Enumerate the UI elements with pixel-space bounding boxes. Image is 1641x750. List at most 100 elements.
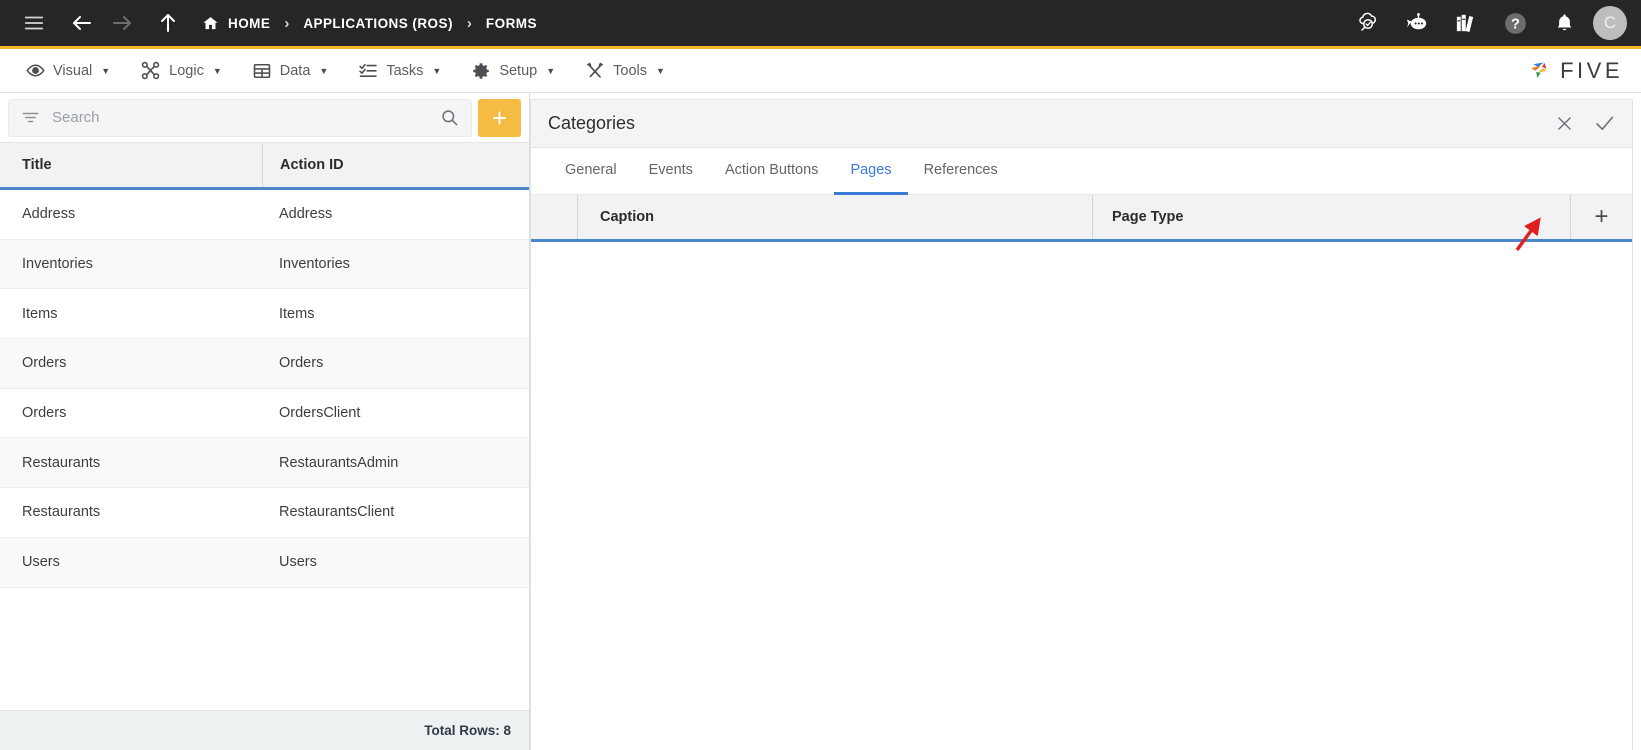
table-row[interactable]: Restaurants RestaurantsClient (0, 488, 529, 538)
main-menu-bar: Visual ▼ Logic ▼ Data ▼ Tasks ▼ Setup ▼ … (0, 49, 1641, 93)
table-row[interactable]: Restaurants RestaurantsAdmin (0, 438, 529, 489)
tab-events[interactable]: Events (633, 148, 709, 195)
search-box[interactable] (8, 98, 472, 137)
chevron-down-icon: ▼ (546, 65, 556, 76)
pages-table: Caption Page Type + (531, 195, 1632, 750)
cell-title: Orders (22, 405, 67, 422)
column-header-title[interactable]: Title (0, 143, 262, 187)
add-page-button[interactable]: + (1570, 195, 1632, 239)
records-table: Title Action ID Address Address Inventor… (0, 142, 529, 750)
top-navigation-bar: HOME › APPLICATIONS (ROS) › FORMS ? C (0, 0, 1641, 49)
breadcrumb-label-forms: FORMS (485, 15, 537, 31)
plus-icon: + (491, 102, 508, 133)
hamburger-icon[interactable] (14, 3, 54, 43)
application-window: HOME › APPLICATIONS (ROS) › FORMS ? C Vi… (0, 0, 1641, 750)
tools-wrench-icon (585, 61, 605, 81)
breadcrumb-separator-2: › (466, 14, 472, 32)
arrow-left-icon[interactable] (62, 3, 102, 43)
home-icon (202, 15, 219, 32)
left-list-panel: + Title Action ID Address Address Invent… (0, 93, 530, 750)
tab-action-buttons[interactable]: Action Buttons (709, 148, 835, 195)
breadcrumb: HOME › APPLICATIONS (ROS) › FORMS (202, 15, 537, 32)
five-pinwheel-logo-icon (1526, 57, 1553, 84)
help-icon[interactable]: ? (1495, 3, 1535, 43)
avatar-initial: C (1603, 13, 1617, 32)
table-row[interactable]: Address Address (0, 190, 529, 240)
table-grid-icon (252, 61, 272, 81)
chevron-down-icon: ▼ (319, 65, 329, 76)
pages-table-header: Caption Page Type + (531, 195, 1632, 242)
chatbot-icon[interactable] (1397, 3, 1437, 43)
search-row: + (0, 93, 529, 142)
content-area: + Title Action ID Address Address Invent… (0, 93, 1641, 750)
menu-item-visual[interactable]: Visual ▼ (12, 55, 124, 86)
filter-icon[interactable] (21, 108, 40, 127)
checklist-icon (358, 61, 378, 81)
pages-table-body (531, 242, 1632, 750)
detail-header: Categories (531, 100, 1632, 148)
cell-title: Orders (22, 355, 67, 372)
column-header-caption[interactable]: Caption (577, 195, 1092, 239)
avatar[interactable]: C (1593, 6, 1627, 40)
table-row[interactable]: Items Items (0, 289, 529, 340)
breadcrumb-item-applications[interactable]: APPLICATIONS (ROS) (303, 16, 453, 31)
page-title: Categories (548, 113, 636, 133)
breadcrumb-label-applications: APPLICATIONS (ROS) (303, 15, 453, 31)
menu-item-setup[interactable]: Setup ▼ (457, 55, 569, 87)
close-icon[interactable] (1555, 114, 1574, 133)
detail-header-actions (1555, 113, 1615, 134)
breadcrumb-item-home[interactable]: HOME (202, 15, 270, 32)
cell-action-id: Address (279, 206, 333, 223)
cell-action-id: RestaurantsAdmin (279, 454, 399, 471)
tab-references[interactable]: References (908, 148, 1014, 195)
tab-pages[interactable]: Pages (834, 148, 908, 195)
chevron-down-icon: ▼ (432, 65, 442, 76)
brand-name: FIVE (1560, 57, 1623, 83)
menu-item-data[interactable]: Data ▼ (238, 55, 343, 87)
menu-label-visual: Visual (53, 62, 93, 79)
menu-item-tasks[interactable]: Tasks ▼ (344, 55, 455, 87)
menu-label-tasks: Tasks (386, 62, 424, 79)
search-input[interactable] (52, 109, 428, 126)
chevron-down-icon: ▼ (656, 65, 665, 76)
table-row[interactable]: Inventories Inventories (0, 239, 529, 290)
add-record-button[interactable]: + (478, 98, 521, 137)
column-header-page-type[interactable]: Page Type (1092, 195, 1570, 239)
arrow-up-icon[interactable] (148, 3, 188, 43)
menu-label-tools: Tools (613, 62, 647, 79)
cell-action-id: Orders (279, 355, 324, 372)
detail-tabs: General Events Action Buttons Pages Refe… (531, 148, 1632, 195)
tab-general[interactable]: General (549, 148, 633, 195)
table-row[interactable]: Orders OrdersClient (0, 389, 529, 439)
chevron-down-icon: ▼ (101, 65, 111, 76)
brand-logo: FIVE (1526, 57, 1629, 84)
check-icon[interactable] (1594, 113, 1615, 134)
breadcrumb-item-forms[interactable]: FORMS (486, 16, 537, 31)
search-icon[interactable] (440, 108, 459, 127)
menu-item-tools[interactable]: Tools ▼ (571, 55, 679, 87)
arrow-right-icon[interactable] (102, 3, 142, 43)
cell-action-id: Inventories (279, 256, 350, 273)
column-header-action-id[interactable]: Action ID (262, 143, 529, 187)
cell-title: Users (22, 554, 60, 571)
table-row[interactable]: Orders Orders (0, 339, 529, 389)
table-row[interactable]: Users Users (0, 537, 529, 588)
cell-title: Items (22, 305, 58, 322)
menu-item-logic[interactable]: Logic ▼ (126, 54, 236, 87)
records-table-body: Address Address Inventories Inventories … (0, 190, 529, 710)
logic-nodes-icon (140, 60, 161, 81)
notifications-bell-icon[interactable] (1544, 3, 1584, 43)
cell-action-id: RestaurantsClient (279, 504, 395, 521)
right-detail-panel: Categories General Events Action Buttons… (530, 93, 1641, 750)
cell-action-id: Users (279, 554, 317, 571)
menu-label-data: Data (279, 62, 311, 79)
breadcrumb-separator: › (284, 14, 290, 32)
records-table-footer: Total Rows: 8 (0, 710, 529, 750)
menu-label-logic: Logic (169, 62, 204, 79)
books-library-icon[interactable] (1446, 3, 1486, 43)
cloud-search-icon[interactable] (1348, 3, 1388, 43)
cell-title: Restaurants (22, 454, 101, 471)
gear-icon (471, 61, 491, 81)
cell-title: Address (22, 206, 76, 223)
cell-action-id: OrdersClient (279, 405, 361, 422)
